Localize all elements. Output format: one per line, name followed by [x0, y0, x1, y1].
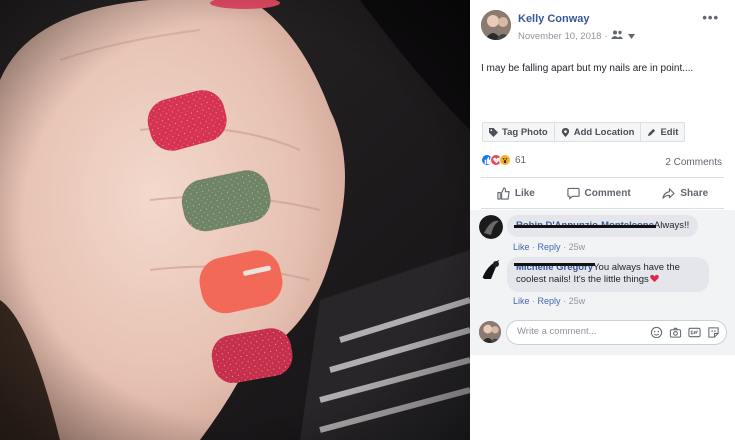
comment-like-link[interactable]: Like	[513, 296, 530, 306]
name-redaction	[514, 263, 596, 266]
author-avatar[interactable]	[481, 10, 511, 40]
meta-separator: ·	[532, 296, 536, 306]
comment-bubble: Michelle Gregory You always have the cool…	[507, 257, 709, 292]
photo-actions: Tag Photo Add Location Edit	[482, 122, 686, 142]
commenter-avatar[interactable]	[479, 257, 503, 281]
emoji-icon[interactable]	[650, 326, 663, 339]
meta-separator: ·	[563, 242, 567, 252]
wow-reaction-icon	[499, 154, 511, 166]
gif-icon[interactable]	[688, 326, 701, 339]
like-label: Like	[514, 187, 535, 199]
location-pin-icon	[561, 127, 569, 137]
reactions-summary[interactable]: 61	[481, 154, 526, 166]
heart-emoji-icon	[649, 274, 659, 287]
comment-input[interactable]	[517, 326, 632, 337]
comment-time[interactable]: 25w	[569, 296, 586, 306]
sticker-icon[interactable]	[707, 326, 720, 339]
comment-composer	[470, 315, 735, 355]
camera-icon[interactable]	[669, 326, 682, 339]
comment: Michelle Gregory You always have the cool…	[479, 257, 729, 313]
comment-meta: Like · Reply · 25w	[513, 296, 585, 306]
share-label: Share	[680, 187, 709, 199]
tag-photo-button[interactable]: Tag Photo	[483, 123, 555, 141]
comment-label: Comment	[584, 187, 631, 199]
pencil-icon	[648, 128, 656, 136]
comment-like-link[interactable]: Like	[513, 242, 530, 252]
add-location-button[interactable]: Add Location	[555, 123, 642, 141]
comments-section: Robin D'Annunzio-MonteleoneAlways!! Like…	[470, 210, 735, 315]
commenter-name[interactable]: Robin D'Annunzio-Monteleone	[514, 220, 656, 231]
post-photo[interactable]	[0, 0, 470, 440]
current-user-avatar[interactable]	[479, 321, 501, 343]
comment-text-line1: You always have the	[593, 262, 680, 273]
post-side-panel: Kelly Conway November 10, 2018 · ••• I m…	[470, 0, 735, 440]
like-button[interactable]: Like	[497, 186, 535, 200]
post-caption: I may be falling apart but my nails are …	[481, 63, 694, 74]
reaction-count: 61	[515, 154, 527, 166]
tag-photo-label: Tag Photo	[502, 126, 548, 138]
comment-meta: Like · Reply · 25w	[513, 242, 585, 252]
commenter-avatar[interactable]	[479, 215, 503, 239]
comment-bubble: Robin D'Annunzio-MonteleoneAlways!!	[507, 215, 699, 237]
edit-label: Edit	[660, 126, 679, 138]
more-options-button[interactable]: •••	[702, 10, 719, 25]
post-meta: November 10, 2018 ·	[518, 30, 635, 42]
meta-separator: ·	[532, 242, 536, 252]
comment-text: Always!!	[653, 220, 690, 231]
meta-separator: ·	[604, 30, 608, 42]
audience-dropdown-icon[interactable]	[627, 31, 635, 42]
share-arrow-icon	[662, 187, 675, 199]
comment-reply-link[interactable]: Reply	[538, 242, 561, 252]
comment-button[interactable]: Comment	[566, 187, 631, 200]
divider	[481, 177, 724, 178]
comment-time[interactable]: 25w	[569, 242, 586, 252]
add-location-label: Add Location	[573, 126, 635, 138]
share-button[interactable]: Share	[662, 187, 708, 200]
comment-input-box	[506, 320, 727, 345]
divider	[481, 208, 724, 209]
friends-icon[interactable]	[610, 30, 625, 42]
comment-reply-link[interactable]: Reply	[538, 296, 561, 306]
author-name[interactable]: Kelly Conway	[518, 13, 590, 25]
post-header: Kelly Conway November 10, 2018 · •••	[481, 10, 725, 46]
thumbs-up-icon	[497, 186, 510, 200]
nails-photo	[0, 0, 470, 440]
post-date[interactable]: November 10, 2018	[518, 31, 601, 42]
comment: Robin D'Annunzio-MonteleoneAlways!! Like…	[479, 215, 729, 259]
commenter-name[interactable]: Michelle Gregory	[514, 262, 596, 273]
tag-icon	[489, 127, 498, 137]
meta-separator: ·	[563, 296, 567, 306]
comments-count-link[interactable]: 2 Comments	[665, 157, 722, 168]
edit-button[interactable]: Edit	[641, 123, 684, 141]
name-redaction	[514, 225, 656, 228]
composer-icons	[650, 326, 720, 339]
comment-bubble-icon	[566, 187, 580, 200]
comment-text-line2: coolest nails! It's the little things	[516, 274, 649, 285]
post-action-buttons: Like Comment Share	[481, 180, 724, 206]
